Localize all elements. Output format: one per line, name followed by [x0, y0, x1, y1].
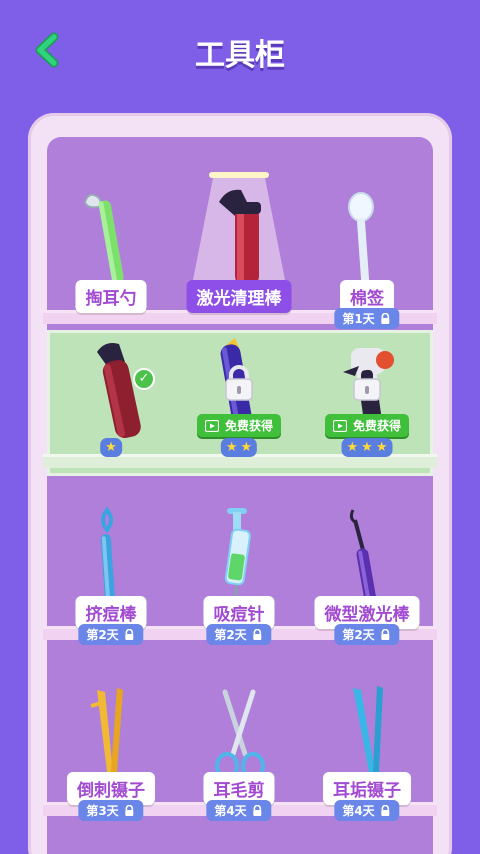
unlock-day-badge: 第4天 [206, 800, 272, 821]
unlock-day-badge: 第3天 [78, 800, 144, 821]
star-icon: ★ [240, 440, 253, 455]
unlock-day-text: 第2天 [214, 628, 247, 642]
tool-slot-earwax-tweezers[interactable]: 耳垢镊子 第4天 [303, 662, 431, 822]
lock-icon [225, 365, 253, 401]
shelf-3: 挤痘棒 第2天 吸痘针 第2天 微型激光棒 第2天 [43, 490, 437, 650]
star-icon: ★ [375, 440, 388, 455]
lock-icon [381, 804, 390, 816]
star-icon: ★ [105, 440, 117, 455]
tool-slot-locked-2[interactable]: 免费获得 ★ ★ [175, 320, 303, 480]
tool-slot-scissors[interactable]: 耳毛剪 第4天 [175, 662, 303, 822]
unlock-day-badge: 第2天 [334, 624, 400, 645]
tool-slot-laser-cleaner[interactable]: 激光清理棒 [175, 160, 303, 320]
star-icon: ★ [361, 440, 373, 455]
star-rating: ★ [100, 438, 122, 457]
tool-slot-barb-tweezers[interactable]: 倒刺镊子 第3天 [47, 662, 175, 822]
selected-check-icon: ✓ [133, 368, 155, 390]
hair-dryer-icon [97, 343, 141, 439]
star-rating: ★ ★ [220, 438, 258, 457]
free-unlock-text: 免费获得 [352, 419, 402, 433]
lock-icon [353, 365, 381, 401]
tool-slot-cotton-swab[interactable]: 棉签 第1天 [303, 160, 431, 329]
tool-name: 激光清理棒 [186, 280, 292, 313]
free-unlock-button[interactable]: 免费获得 [196, 414, 282, 437]
tool-slot-micro-laser[interactable]: 微型激光棒 第2天 [303, 490, 431, 650]
unlock-day-text: 第4天 [342, 804, 375, 818]
free-unlock-text: 免费获得 [224, 419, 274, 433]
tool-slot-syringe[interactable]: 吸痘针 第2天 [175, 490, 303, 650]
lock-icon [253, 804, 262, 816]
top-bar: 工具柜 [0, 0, 480, 105]
unlock-day-badge: 第2天 [206, 624, 272, 645]
lock-icon [253, 628, 262, 640]
unlock-day-badge: 第4天 [334, 800, 400, 821]
video-ad-icon [204, 419, 219, 432]
unlock-day-text: 第2天 [86, 628, 119, 642]
video-ad-icon [332, 419, 347, 432]
cotton-swab-icon [348, 192, 374, 288]
lock-icon [381, 628, 390, 640]
tool-slot-selected[interactable]: ✓ ★ [47, 320, 175, 480]
ear-spoon-icon [83, 193, 124, 284]
star-icon: ★ [225, 440, 238, 455]
star-icon: ★ [346, 440, 359, 455]
free-unlock-button[interactable]: 免费获得 [324, 414, 410, 437]
unlock-day-text: 第4天 [214, 804, 247, 818]
page-title: 工具柜 [195, 38, 285, 73]
lock-icon [125, 628, 134, 640]
unlock-day-text: 第2天 [342, 628, 375, 642]
unlock-day-text: 第3天 [86, 804, 119, 818]
shelf-1: 掏耳勺 激光清理棒 棉签 第1天 [43, 160, 437, 330]
shelf-2-selected: ✓ ★ 免费获得 ★ ★ 免费获得 ★ ★ ★ [43, 330, 437, 476]
tool-slot-locked-3[interactable]: 免费获得 ★ ★ ★ [303, 320, 431, 480]
unlock-day-badge: 第2天 [78, 624, 144, 645]
star-rating: ★ ★ ★ [341, 438, 393, 457]
tool-slot-ear-spoon[interactable]: 掏耳勺 [47, 160, 175, 320]
shelf-4: 倒刺镊子 第3天 耳毛剪 第4天 耳垢镊子 第4天 [43, 662, 437, 832]
laser-cleaner-icon [193, 172, 285, 286]
tool-name: 掏耳勺 [75, 280, 147, 313]
lock-icon [125, 804, 134, 816]
tool-slot-acne-stick[interactable]: 挤痘棒 第2天 [47, 490, 175, 650]
